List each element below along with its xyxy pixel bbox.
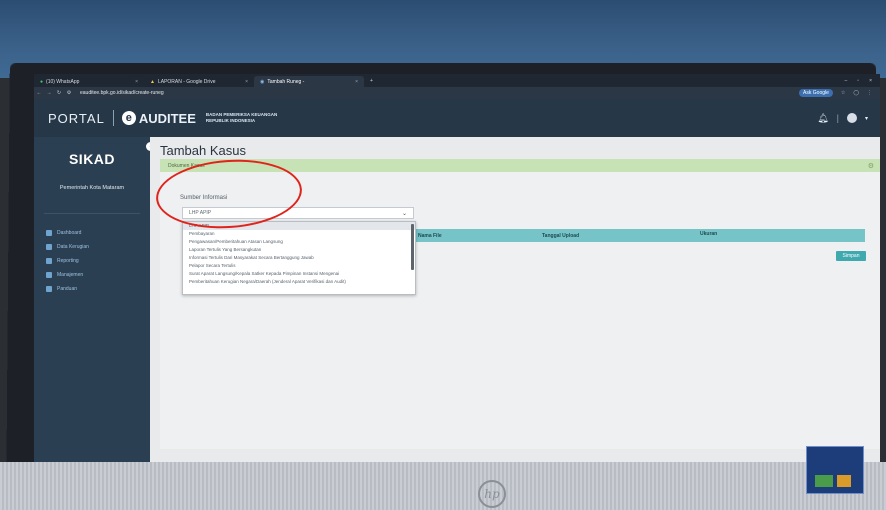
- org-line-2: REPUBLIK INDONESIA: [205, 118, 256, 123]
- sidebar-item-reporting[interactable]: Reporting: [34, 254, 150, 268]
- reload-icon[interactable]: ↻: [54, 90, 64, 96]
- entity-name: Pemerintah Kota Mataram: [59, 185, 125, 191]
- dropdown-option[interactable]: Pemberitahuan Kerugian Negara/Daerah (Je…: [183, 278, 415, 286]
- sidebar-menu: Dashboard Data Kerugian Reporting Manaje…: [34, 226, 150, 296]
- header-divider: [112, 110, 114, 126]
- save-button[interactable]: Simpan: [836, 251, 866, 261]
- site-info-icon[interactable]: ⚙: [64, 90, 74, 96]
- close-icon[interactable]: ×: [355, 79, 358, 85]
- whatsapp-icon: ●: [40, 78, 44, 85]
- gear-icon[interactable]: ⚙: [868, 162, 874, 170]
- window-controls: – ▫ ×: [845, 78, 880, 84]
- file-table-header: Nama File Tanggal Upload Ukuran: [410, 229, 865, 242]
- column-header-ukuran: Ukuran: [700, 231, 718, 237]
- address-bar: ← → ↻ ⚙ eauditee.bpk.go.id/sikad/create-…: [34, 87, 880, 99]
- sidebar-item-label: Data Kerugian: [57, 244, 89, 250]
- url-field[interactable]: eauditee.bpk.go.id/sikad/create-runeg: [80, 90, 164, 96]
- tab-label: (10) WhatsApp: [46, 78, 80, 85]
- back-icon[interactable]: ←: [34, 90, 44, 96]
- dropdown-option[interactable]: Pengawasan/Pemberitahuan Atasan Langsung: [183, 238, 415, 246]
- sidebar: SIKAD Pemerintah Kota Mataram Dashboard …: [34, 137, 150, 464]
- app-name: SIKAD: [68, 151, 116, 167]
- globe-icon: ◉: [260, 78, 265, 85]
- sidebar-item-manajemen[interactable]: Manajemen: [34, 268, 150, 282]
- tab-label: LAPORAN - Google Drive: [157, 78, 216, 85]
- auditee-logo-icon: e: [121, 111, 136, 125]
- list-icon: [46, 244, 52, 250]
- ask-google-button[interactable]: Ask Google: [799, 89, 833, 97]
- sidebar-item-label: Reporting: [57, 258, 79, 264]
- tab-label: Tambah Runeg -: [267, 78, 305, 85]
- profile-icon[interactable]: ◯: [853, 90, 859, 96]
- book-icon: [46, 286, 52, 292]
- sidebar-item-data-kerugian[interactable]: Data Kerugian: [34, 240, 150, 254]
- minimize-icon[interactable]: –: [845, 78, 848, 84]
- notification-icon[interactable]: 🔔︎: [817, 113, 828, 124]
- hp-logo-icon: hp: [478, 480, 506, 508]
- browser-actions: ☆ ◯ ⋮: [833, 90, 880, 96]
- column-header-nama-file: Nama File: [418, 233, 442, 239]
- sticker-block: [815, 475, 833, 487]
- dropdown-option[interactable]: Laporan Tertulis Yang Bersangkutan: [183, 246, 415, 254]
- dropdown-option[interactable]: Informasi Tertulis Dari Masyarakat Secar…: [183, 254, 415, 262]
- close-icon[interactable]: ×: [245, 79, 248, 85]
- dropdown-option[interactable]: Pembayaran: [183, 230, 415, 238]
- org-name: BADAN PEMERIKSA KEUANGAN REPUBLIK INDONE…: [206, 112, 277, 124]
- maximize-icon[interactable]: ▫: [857, 78, 859, 84]
- sidebar-item-label: Manajemen: [57, 272, 84, 278]
- drive-icon: ▲: [150, 78, 155, 85]
- column-header-tanggal-upload: Tanggal Upload: [542, 233, 580, 239]
- brand-name: AUDITEE: [138, 110, 196, 126]
- chart-icon: [46, 258, 52, 264]
- users-icon: [46, 272, 52, 278]
- close-window-icon[interactable]: ×: [869, 78, 872, 84]
- sumber-informasi-dropdown: LHP APIP Pembayaran Pengawasan/Pemberita…: [182, 221, 416, 295]
- sidebar-item-dashboard[interactable]: Dashboard: [34, 226, 150, 240]
- chevron-down-icon[interactable]: ▾: [865, 115, 868, 122]
- forward-icon[interactable]: →: [44, 90, 54, 96]
- monitor-screen: ● (10) WhatsApp × ▲ LAPORAN - Google Dri…: [34, 74, 880, 474]
- header-divider-right: |: [836, 113, 839, 123]
- avatar[interactable]: [846, 113, 857, 123]
- tab-google-drive[interactable]: ▲ LAPORAN - Google Drive ×: [144, 76, 254, 87]
- app-header: PORTAL e AUDITEE BADAN PEMERIKSA KEUANGA…: [34, 99, 880, 137]
- page-title: Tambah Kasus: [160, 143, 246, 158]
- sidebar-item-panduan[interactable]: Panduan: [34, 282, 150, 296]
- portal-label: PORTAL: [48, 110, 105, 126]
- menu-icon[interactable]: ⋮: [867, 90, 872, 96]
- dropdown-option[interactable]: Pelapor Secara Tertulis: [183, 262, 415, 270]
- sidebar-item-label: Dashboard: [57, 230, 82, 236]
- sidebar-item-label: Panduan: [57, 286, 78, 292]
- sidebar-divider: [44, 213, 140, 214]
- close-icon[interactable]: ×: [135, 79, 138, 85]
- monitor-speaker-grille: [0, 462, 886, 510]
- monitor-icon: [46, 230, 52, 236]
- dropdown-scrollbar[interactable]: [411, 224, 414, 270]
- dropdown-option[interactable]: Surat Aparat Langsung/Kepala Satker Kepa…: [183, 270, 415, 278]
- new-tab-button[interactable]: +: [370, 78, 373, 84]
- star-icon[interactable]: ☆: [841, 90, 845, 96]
- header-actions: 🔔︎ | ▾: [817, 113, 868, 124]
- caret-icon: ⌄: [401, 210, 407, 217]
- tab-whatsapp[interactable]: ● (10) WhatsApp ×: [34, 76, 144, 87]
- sticker-block: [837, 475, 851, 487]
- tab-tambah-runeg[interactable]: ◉ Tambah Runeg - ×: [254, 76, 364, 87]
- hp-logo-text: hp: [484, 487, 500, 501]
- intel-sticker: [806, 446, 864, 494]
- browser-tab-bar: ● (10) WhatsApp × ▲ LAPORAN - Google Dri…: [34, 74, 880, 87]
